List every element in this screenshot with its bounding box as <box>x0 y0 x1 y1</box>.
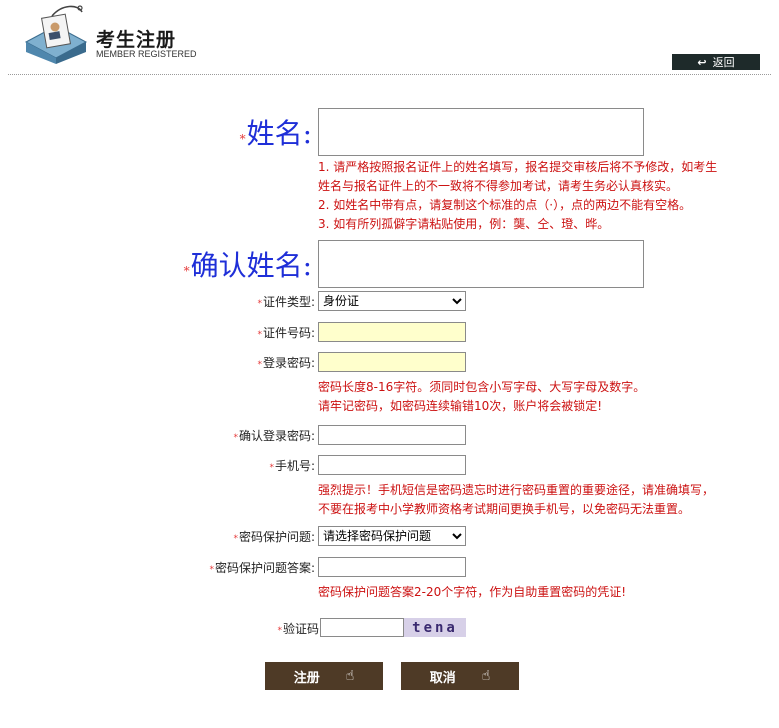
pointer-hand-icon: ☝ <box>345 668 355 684</box>
phone-row: *手机号: <box>0 455 315 475</box>
phone-note-1: 强烈提示！手机短信是密码遗忘时进行密码重置的重要途径，请准确填写， <box>318 483 715 497</box>
captcha-label: *验证码 <box>277 621 319 636</box>
name-note-1: 1. 请严格按照报名证件上的姓名填写，报名提交审核后将不予修改，如考生 <box>318 160 718 174</box>
captcha-row: *验证码 <box>0 618 319 638</box>
page-subtitle: MEMBER REGISTERED <box>96 49 197 59</box>
id-number-row: *证件号码: <box>0 322 315 342</box>
security-answer-label: *密码保护问题答案: <box>209 560 315 575</box>
register-button-label: 注册 <box>293 670 320 686</box>
page-title: 考生注册 <box>96 29 177 51</box>
password-label: *登录密码: <box>257 355 315 370</box>
password-input[interactable] <box>318 352 466 372</box>
security-answer-input[interactable] <box>318 557 466 577</box>
confirm-name-row: *确认姓名: <box>0 240 318 288</box>
name-note-2: 姓名与报名证件上的不一致将不得参加考试，请考生务必认真核实。 <box>318 179 679 193</box>
password-row: *登录密码: <box>0 352 315 372</box>
phone-input[interactable] <box>318 455 466 475</box>
id-type-label: *证件类型: <box>257 294 315 309</box>
name-row: *姓名: <box>0 108 318 156</box>
security-question-row: *密码保护问题: <box>0 526 315 546</box>
phone-label: *手机号: <box>269 458 315 473</box>
confirm-name-input[interactable] <box>318 240 644 288</box>
captcha-input[interactable] <box>320 618 404 637</box>
back-button[interactable]: ↩ 返回 <box>672 54 760 70</box>
phone-note-2: 不要在报考中小学教师资格考试期间更换手机号，以免密码无法重置。 <box>318 502 691 516</box>
back-button-label: 返回 <box>712 56 735 69</box>
security-question-label: *密码保护问题: <box>233 529 315 544</box>
phone-notes: 强烈提示！手机短信是密码遗忘时进行密码重置的重要途径，请准确填写， 不要在报考中… <box>318 481 773 519</box>
cancel-button-label: 取消 <box>429 670 456 686</box>
pointer-hand-icon: ☝ <box>481 668 491 684</box>
name-note-4: 3. 如有所列孤僻字请粘贴使用，例：龑、仝、璒、晔。 <box>318 217 610 231</box>
name-label: *姓名: <box>239 117 312 150</box>
security-question-select[interactable]: 请选择密码保护问题 <box>318 526 466 546</box>
confirm-password-row: *确认登录密码: <box>0 425 315 445</box>
cancel-button[interactable]: 取消 ☝ <box>401 662 519 690</box>
confirm-password-label: *确认登录密码: <box>233 428 315 443</box>
password-note-1: 密码长度8-16字符。须同时包含小写字母、大写字母及数字。 <box>318 380 646 394</box>
name-note-3: 2. 如姓名中带有点，请复制这个标准的点（·），点的两边不能有空格。 <box>318 198 692 212</box>
id-type-select[interactable]: 身份证 <box>318 291 466 311</box>
password-note-2: 请牢记密码，如密码连续输错10次，账户将会被锁定! <box>318 399 603 413</box>
id-number-input[interactable] <box>318 322 466 342</box>
header-divider <box>8 74 771 75</box>
name-notes: 1. 请严格按照报名证件上的姓名填写，报名提交审核后将不予修改，如考生 姓名与报… <box>318 158 773 234</box>
confirm-password-input[interactable] <box>318 425 466 445</box>
register-button[interactable]: 注册 ☝ <box>265 662 383 690</box>
security-answer-row: *密码保护问题答案: <box>0 557 315 577</box>
confirm-name-label: *确认姓名: <box>183 249 312 282</box>
name-input[interactable] <box>318 108 644 156</box>
id-number-label: *证件号码: <box>257 325 315 340</box>
page-header: 考生注册 MEMBER REGISTERED ↩ 返回 <box>0 0 779 78</box>
arrow-left-icon: ↩ <box>697 55 707 69</box>
id-badge-logo-icon <box>24 5 88 64</box>
security-answer-note: 密码保护问题答案2-20个字符，作为自助重置密码的凭证! <box>318 583 773 602</box>
security-answer-note-text: 密码保护问题答案2-20个字符，作为自助重置密码的凭证! <box>318 585 627 599</box>
id-type-row: *证件类型: <box>0 291 315 311</box>
captcha-image[interactable]: tena <box>404 618 466 637</box>
password-notes: 密码长度8-16字符。须同时包含小写字母、大写字母及数字。 请牢记密码，如密码连… <box>318 378 773 416</box>
